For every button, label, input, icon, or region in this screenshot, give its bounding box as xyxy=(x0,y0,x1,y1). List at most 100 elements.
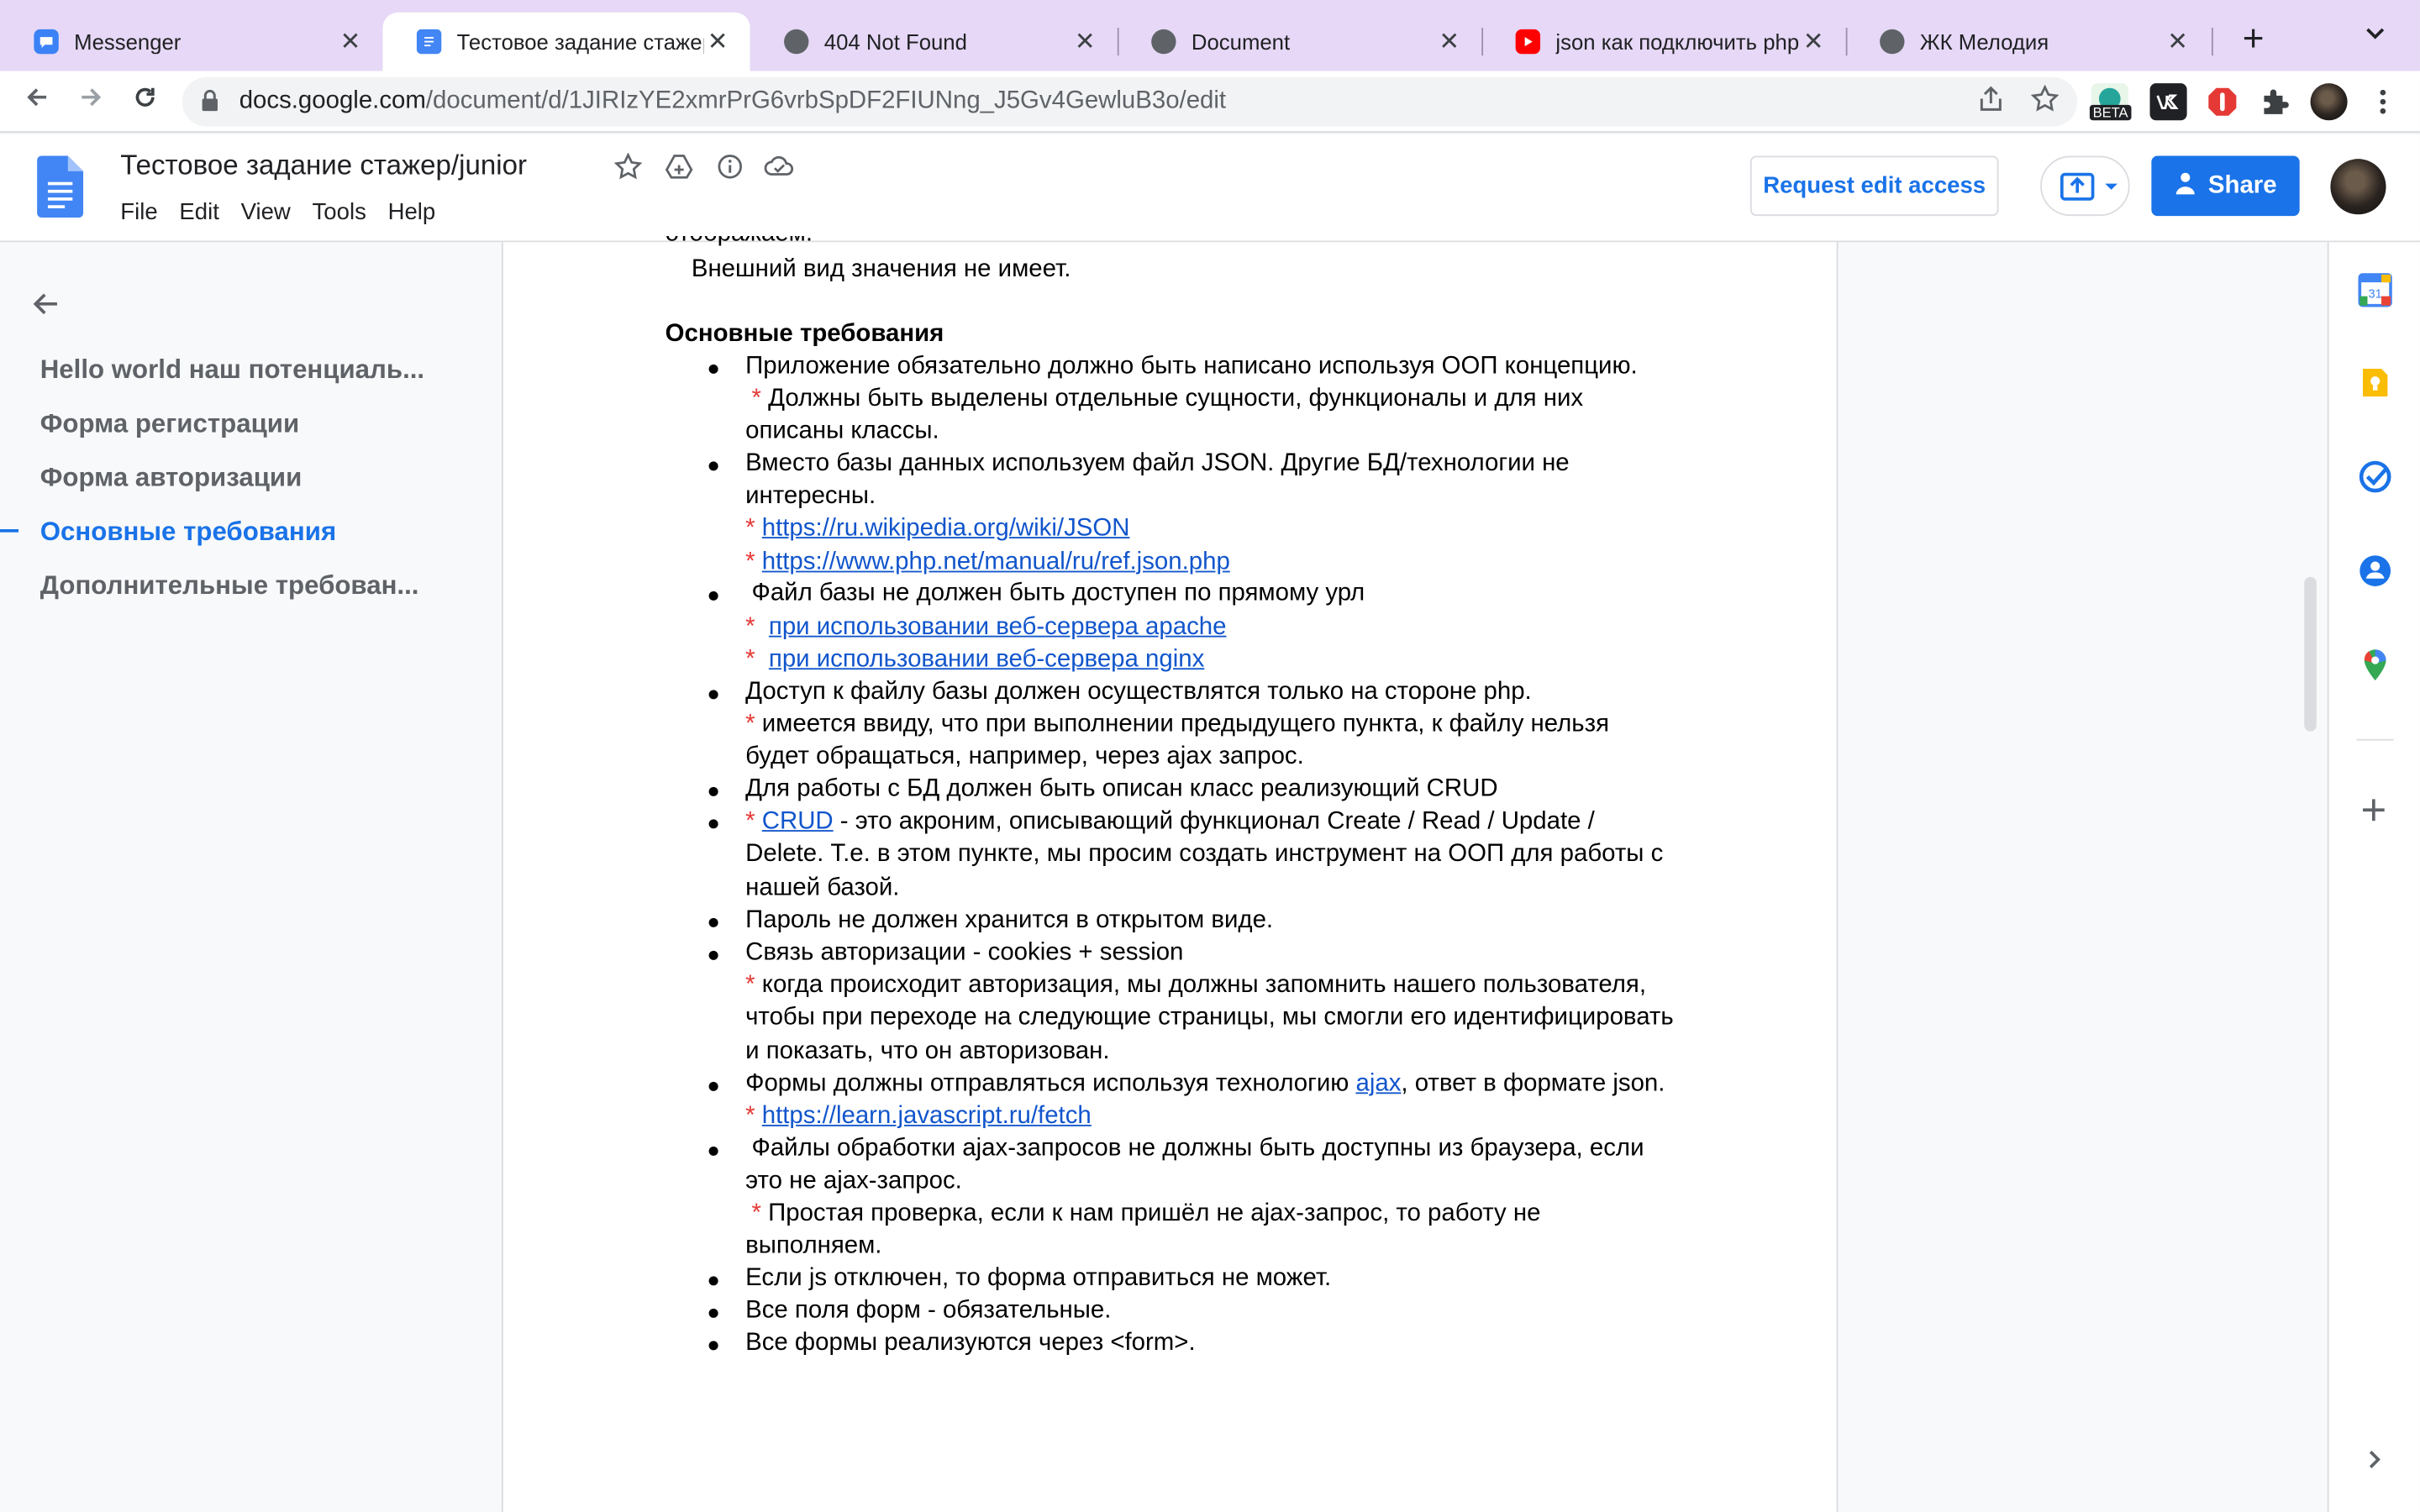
close-icon[interactable]: ✕ xyxy=(704,26,732,57)
back-button[interactable] xyxy=(18,83,55,120)
close-icon[interactable]: ✕ xyxy=(1800,26,1828,57)
keep-icon[interactable] xyxy=(2358,365,2391,399)
beta-badge: BETA xyxy=(2089,104,2132,121)
menu-edit[interactable]: Edit xyxy=(179,199,218,225)
star-icon[interactable] xyxy=(611,152,644,186)
url-text: docs.google.com/document/d/1JIRIzYE2xmrP… xyxy=(239,88,1226,116)
outline-item-main-requirements[interactable]: Основные требования xyxy=(40,517,426,548)
tab-google-doc[interactable]: Тестовое задание стажер/junior ✕ xyxy=(382,12,750,71)
contacts-icon[interactable] xyxy=(2358,554,2391,587)
asterisk: * xyxy=(745,549,755,576)
document-page[interactable]: отображаем. Внешний вид значения не имее… xyxy=(501,236,1839,1512)
text-line: это не ajax-запрос. xyxy=(745,1168,962,1194)
globe-icon xyxy=(1880,29,1905,55)
outline-item-registration[interactable]: Форма регистрации xyxy=(40,409,426,440)
account-avatar[interactable] xyxy=(2330,159,2386,215)
cloud-status-icon[interactable] xyxy=(762,153,796,186)
chevron-right-icon[interactable] xyxy=(2366,1449,2385,1478)
text-line: * CRUD - это акроним, описывающий функци… xyxy=(745,808,1595,836)
request-edit-access-button[interactable]: Request edit access xyxy=(1749,155,1999,217)
google-docs-logo[interactable] xyxy=(37,155,84,218)
menu-tools[interactable]: Tools xyxy=(313,199,366,225)
new-tab-button[interactable]: + xyxy=(2232,18,2275,61)
text-line: * https://ru.wikipedia.org/wiki/JSON xyxy=(745,515,1129,543)
present-button[interactable] xyxy=(2040,155,2130,217)
text-span: когда происходит авторизация, мы должны … xyxy=(761,972,1647,999)
adblock-icon[interactable] xyxy=(2204,83,2241,120)
tab-list-button[interactable] xyxy=(2365,22,2386,48)
tab-strip: Messenger ✕ Тестовое задание стажер/juni… xyxy=(0,0,2420,71)
side-panel-divider xyxy=(2356,738,2394,741)
link-crud[interactable]: CRUD xyxy=(762,808,834,834)
close-icon[interactable]: ✕ xyxy=(336,26,364,57)
share-page-icon[interactable] xyxy=(1979,85,2003,120)
address-bar[interactable]: docs.google.com/document/d/1JIRIzYE2xmrP… xyxy=(182,76,2078,127)
text-line: описаны классы. xyxy=(745,417,939,444)
info-icon[interactable] xyxy=(713,153,747,186)
forward-button[interactable] xyxy=(72,83,109,120)
text-line: * Простая проверка, если к нам пришёл не… xyxy=(751,1200,1540,1228)
bookmark-star-icon[interactable] xyxy=(2030,84,2060,120)
text-span: , ответ в формате json. xyxy=(1401,1070,1665,1097)
share-button[interactable]: Share xyxy=(2151,155,2300,217)
tab-title: 404 Not Found xyxy=(823,29,967,55)
link-php-json[interactable]: https://www.php.net/manual/ru/ref.json.p… xyxy=(762,549,1230,575)
outline-item-authorization[interactable]: Форма авторизации xyxy=(40,463,426,494)
calendar-icon[interactable]: 31 xyxy=(2358,273,2392,307)
menu-file[interactable]: File xyxy=(120,199,157,225)
menu-help[interactable]: Help xyxy=(388,199,436,225)
tasks-icon[interactable] xyxy=(2358,459,2391,493)
bullet: ● xyxy=(707,1266,720,1292)
outline-item-hello-world[interactable]: Hello world наш потенциаль... xyxy=(40,354,426,386)
link-fetch[interactable]: https://learn.javascript.ru/fetch xyxy=(762,1103,1092,1129)
text-line: и показать, что он авторизован. xyxy=(745,1038,1110,1065)
document-outline: Hello world наш потенциаль... Форма реги… xyxy=(0,242,502,1512)
bullet: ● xyxy=(707,581,720,606)
tab-title: Messenger xyxy=(74,29,182,55)
text-line: Все поля форм - обязательные. xyxy=(745,1297,1112,1324)
vertical-scrollbar[interactable] xyxy=(2304,576,2317,732)
link-ajax[interactable]: ajax xyxy=(1355,1071,1401,1097)
profile-avatar[interactable] xyxy=(2310,83,2348,121)
menu-view[interactable]: View xyxy=(241,199,291,225)
close-icon[interactable]: ✕ xyxy=(1071,26,1099,57)
document-title[interactable]: Тестовое задание стажер/junior xyxy=(120,150,527,182)
get-add-ons-plus-icon[interactable] xyxy=(2358,795,2389,832)
vk-icon[interactable] xyxy=(2149,83,2187,121)
link-apache[interactable]: при использовании веб-сервера apache xyxy=(769,614,1227,640)
tab-title: Тестовое задание стажер/junior xyxy=(456,29,704,55)
tab-melodia[interactable]: ЖК Мелодия ✕ xyxy=(1846,13,2210,71)
close-outline-arrow-icon[interactable] xyxy=(31,288,62,328)
bullet: ● xyxy=(707,1299,720,1324)
docs-workspace: Hello world наш потенциаль... Форма реги… xyxy=(0,236,2328,1512)
extensions-puzzle-icon[interactable] xyxy=(2256,83,2293,120)
text-line: Связь авторизации - cookies + session xyxy=(745,939,1184,966)
browser-menu-icon[interactable] xyxy=(2365,83,2402,120)
tab-document[interactable]: Document ✕ xyxy=(1118,13,1481,71)
tab-messenger[interactable]: Messenger ✕ xyxy=(0,13,383,71)
text-line: Delete. Т.е. в этом пункте, мы просим со… xyxy=(745,841,1664,868)
outline-item-additional-requirements[interactable]: Дополнительные требован... xyxy=(40,571,426,602)
youtube-icon xyxy=(1515,29,1541,55)
asterisk: * xyxy=(751,386,761,412)
google-docs-icon xyxy=(416,29,442,55)
reload-button[interactable] xyxy=(127,83,164,120)
text-line: Пароль не должен хранится в открытом вид… xyxy=(745,906,1274,934)
text-span: Формы должны отправляться используя техн… xyxy=(745,1070,1356,1097)
tab-404[interactable]: 404 Not Found ✕ xyxy=(750,13,1118,71)
tab-title: Document xyxy=(1191,29,1291,55)
bullet: ● xyxy=(707,810,720,835)
asterisk: * xyxy=(745,614,755,641)
text-line: чтобы при переходе на следующие страницы… xyxy=(745,1004,1674,1031)
maps-icon[interactable] xyxy=(2358,648,2391,681)
link-nginx[interactable]: при использовании веб-сервера nginx xyxy=(769,647,1204,673)
tab-youtube[interactable]: json как подключить php ✕ xyxy=(1481,13,1845,71)
close-icon[interactable]: ✕ xyxy=(2164,26,2191,57)
link-wikipedia-json[interactable]: https://ru.wikipedia.org/wiki/JSON xyxy=(762,515,1130,541)
asterisk: * xyxy=(745,711,755,738)
bullet: ● xyxy=(707,1331,720,1357)
close-icon[interactable]: ✕ xyxy=(1435,26,1463,57)
beta-extension-icon[interactable]: BETA xyxy=(2089,83,2132,121)
move-to-drive-icon[interactable] xyxy=(662,153,696,186)
asterisk: * xyxy=(745,515,755,542)
